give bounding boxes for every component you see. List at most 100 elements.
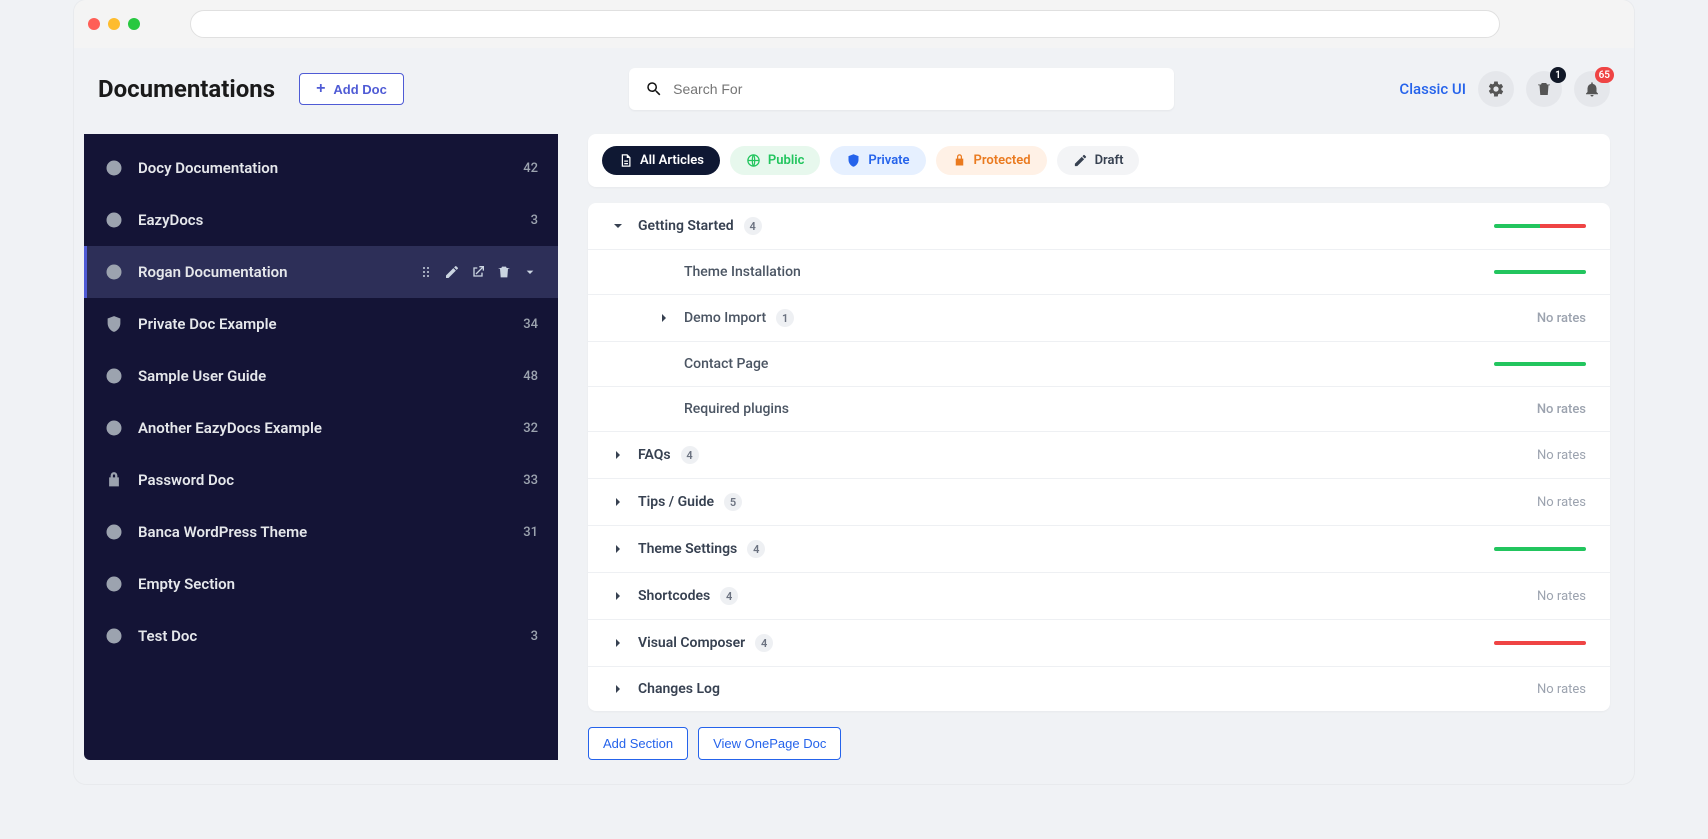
search-box[interactable] xyxy=(629,68,1174,110)
shield-icon xyxy=(846,153,861,168)
caret-right-icon[interactable] xyxy=(612,496,624,508)
sidebar-item-label: Password Doc xyxy=(138,471,523,489)
bell-icon xyxy=(1583,80,1601,98)
sidebar-item-count: 48 xyxy=(523,369,538,384)
trash-icon[interactable] xyxy=(496,264,512,280)
row-count-badge: 4 xyxy=(681,446,699,464)
caret-right-icon[interactable] xyxy=(612,590,624,602)
no-rates-label: No rates xyxy=(1537,402,1586,417)
filter-draft-label: Draft xyxy=(1095,153,1124,168)
sidebar-item-count: 34 xyxy=(523,317,538,332)
section-row[interactable]: Changes LogNo rates xyxy=(588,666,1610,711)
sidebar-item-label: Private Doc Example xyxy=(138,315,523,333)
sidebar-item-actions xyxy=(418,264,538,280)
browser-chrome xyxy=(74,0,1634,48)
article-row[interactable]: Demo Import 1 No rates xyxy=(588,294,1610,341)
row-count-badge: 4 xyxy=(755,634,773,652)
drag-icon[interactable] xyxy=(418,264,434,280)
no-rates-label: No rates xyxy=(1537,495,1586,510)
caret-right-icon[interactable] xyxy=(658,312,670,324)
rating-bar xyxy=(1494,362,1586,366)
section-row[interactable]: Visual Composer4 xyxy=(588,619,1610,666)
caret-spacer xyxy=(658,403,670,415)
globe-icon xyxy=(104,418,124,438)
filter-protected[interactable]: Protected xyxy=(936,146,1047,175)
article-row[interactable]: Contact Page xyxy=(588,341,1610,386)
notifications-button[interactable]: 65 xyxy=(1574,71,1610,107)
section-row[interactable]: Tips / Guide5No rates xyxy=(588,478,1610,525)
caret-spacer xyxy=(658,358,670,370)
caret-right-icon[interactable] xyxy=(612,449,624,461)
filter-private[interactable]: Private xyxy=(830,146,925,175)
article-row[interactable]: Required plugins No rates xyxy=(588,386,1610,431)
row-label: Shortcodes xyxy=(638,588,710,604)
no-rates-label: No rates xyxy=(1537,448,1586,463)
search-input[interactable] xyxy=(673,81,1158,97)
section-row[interactable]: Getting Started4 xyxy=(588,203,1610,249)
row-count-badge: 5 xyxy=(724,493,742,511)
article-row[interactable]: Theme Installation xyxy=(588,249,1610,294)
globe-icon xyxy=(104,366,124,386)
sidebar-item[interactable]: Sample User Guide48 xyxy=(84,350,558,402)
caret-down-icon[interactable] xyxy=(612,220,624,232)
filter-public[interactable]: Public xyxy=(730,146,820,175)
row-label: Required plugins xyxy=(684,401,789,417)
globe-icon xyxy=(104,262,124,282)
filter-private-label: Private xyxy=(868,153,909,168)
row-label: Changes Log xyxy=(638,681,720,697)
filter-all-articles[interactable]: All Articles xyxy=(602,146,720,175)
add-section-button[interactable]: Add Section xyxy=(588,727,688,760)
sidebar-item[interactable]: EazyDocs3 xyxy=(84,194,558,246)
sidebar-item-label: Banca WordPress Theme xyxy=(138,523,523,541)
classic-ui-link[interactable]: Classic UI xyxy=(1399,80,1466,98)
filter-draft[interactable]: Draft xyxy=(1057,146,1140,175)
section-row[interactable]: FAQs4No rates xyxy=(588,431,1610,478)
filter-protected-label: Protected xyxy=(974,153,1031,168)
no-rates-label: No rates xyxy=(1537,589,1586,604)
rating-bar xyxy=(1494,270,1586,274)
caret-spacer xyxy=(658,266,670,278)
active-notch xyxy=(558,264,566,280)
section-row[interactable]: Shortcodes4No rates xyxy=(588,572,1610,619)
sidebar-item-count: 42 xyxy=(523,161,538,176)
sidebar-item-count: 3 xyxy=(531,213,538,228)
sidebar-item[interactable]: Empty Section xyxy=(84,558,558,610)
settings-button[interactable] xyxy=(1478,71,1514,107)
lock-icon xyxy=(104,470,124,490)
view-onepage-button[interactable]: View OnePage Doc xyxy=(698,727,841,760)
notifications-badge: 65 xyxy=(1595,67,1614,83)
sidebar-item[interactable]: Another EazyDocs Example32 xyxy=(84,402,558,454)
maximize-window-icon[interactable] xyxy=(128,18,140,30)
row-label: Demo Import xyxy=(684,310,766,326)
filter-public-label: Public xyxy=(768,153,804,168)
document-icon xyxy=(618,153,633,168)
url-bar[interactable] xyxy=(190,10,1500,38)
chevron-down-icon[interactable] xyxy=(522,264,538,280)
caret-right-icon[interactable] xyxy=(612,637,624,649)
row-count-badge: 1 xyxy=(776,309,794,327)
trash-button[interactable]: 1 xyxy=(1526,71,1562,107)
plus-icon: + xyxy=(316,80,325,98)
lock-icon xyxy=(952,153,967,168)
sidebar-item-label: Empty Section xyxy=(138,575,538,593)
sidebar-item[interactable]: Docy Documentation42 xyxy=(84,142,558,194)
caret-right-icon[interactable] xyxy=(612,683,624,695)
sidebar-item[interactable]: Banca WordPress Theme31 xyxy=(84,506,558,558)
row-label: Contact Page xyxy=(684,356,768,372)
sidebar-item[interactable]: Password Doc33 xyxy=(84,454,558,506)
globe-icon xyxy=(104,158,124,178)
caret-right-icon[interactable] xyxy=(612,543,624,555)
sidebar-item[interactable]: Rogan Documentation xyxy=(84,246,558,298)
no-rates-label: No rates xyxy=(1537,311,1586,326)
sidebar-item[interactable]: Private Doc Example34 xyxy=(84,298,558,350)
add-doc-button[interactable]: + Add Doc xyxy=(299,73,404,105)
globe-icon xyxy=(104,626,124,646)
sidebar-item[interactable]: Test Doc3 xyxy=(84,610,558,662)
close-window-icon[interactable] xyxy=(88,18,100,30)
minimize-window-icon[interactable] xyxy=(108,18,120,30)
sidebar-item-label: Sample User Guide xyxy=(138,367,523,385)
external-link-icon[interactable] xyxy=(470,264,486,280)
section-row[interactable]: Theme Settings4 xyxy=(588,525,1610,572)
sidebar-item-count: 32 xyxy=(523,421,538,436)
edit-icon[interactable] xyxy=(444,264,460,280)
